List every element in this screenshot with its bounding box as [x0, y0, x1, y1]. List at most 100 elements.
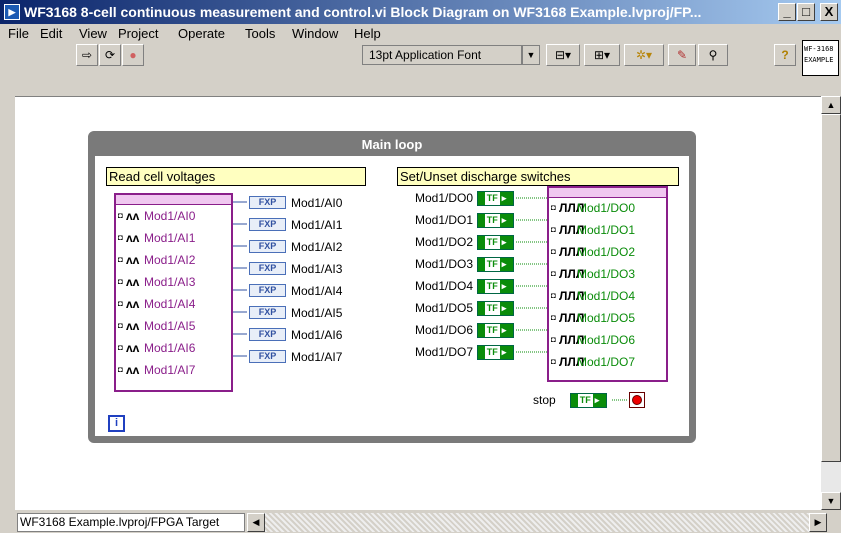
fxp-indicator-terminal[interactable]: FXP [249, 350, 286, 363]
align-icon: ⊟▾ [554, 48, 572, 62]
menu-window[interactable]: Window [292, 26, 338, 41]
do-row[interactable]: ◘ ЛЛЛMod1/DO1 [551, 221, 635, 241]
ai-row[interactable]: ◘ ʌʌ Mod1/AI3 [118, 273, 195, 293]
abort-button[interactable]: ● [122, 44, 144, 66]
digital-pulse-icon: ЛЛЛ [559, 201, 585, 215]
horizontal-scroll-track[interactable] [265, 513, 809, 532]
tf-icon: TF [484, 236, 500, 249]
reorder-button[interactable]: ✲▾ [624, 44, 664, 66]
minimize-button[interactable]: _ [778, 3, 796, 21]
boolean-control-terminal[interactable]: TF ▸ [477, 257, 514, 272]
loop-condition-terminal[interactable] [629, 392, 645, 408]
ai-row[interactable]: ◘ ʌʌ Mod1/AI2 [118, 251, 195, 271]
scroll-thumb[interactable] [821, 114, 841, 462]
fxp-indicator-terminal[interactable]: FXP [249, 196, 286, 209]
boolean-control-terminal[interactable]: TF ▸ [477, 301, 514, 316]
ai-channel-label: Mod1/AI2 [144, 253, 196, 267]
boolean-control-terminal[interactable]: TF ▸ [477, 345, 514, 360]
do-control-label: Mod1/DO3 [414, 257, 473, 271]
do-row[interactable]: ◘ ЛЛЛMod1/DO0 [551, 199, 635, 219]
do-channel-label: Mod1/DO7 [577, 355, 636, 369]
scroll-down-button[interactable]: ▼ [821, 492, 841, 510]
fxp-indicator-terminal[interactable]: FXP [249, 284, 286, 297]
iteration-terminal[interactable]: i [108, 415, 125, 432]
ai-indicator-label: Mod1/AI1 [291, 218, 343, 232]
scroll-left-button[interactable]: ◀ [247, 513, 265, 532]
error-in-terminal-icon: ◘ [118, 343, 123, 352]
menu-view[interactable]: View [79, 26, 107, 41]
align-objects-button[interactable]: ⊟▾ [546, 44, 580, 66]
distribute-objects-button[interactable]: ⊞▾ [584, 44, 620, 66]
fxp-indicator-terminal[interactable]: FXP [249, 262, 286, 275]
arrow-down-icon: ▼ [826, 496, 836, 506]
menu-operate[interactable]: Operate [178, 26, 225, 41]
fpga-io-node-do[interactable]: ◘ ЛЛЛMod1/DO0 ◘ ЛЛЛMod1/DO1 ◘ ЛЛЛMod1/DO2 ◘… [547, 186, 668, 382]
boolean-control-terminal[interactable]: TF ▸ [477, 323, 514, 338]
do-row[interactable]: ◘ ЛЛЛMod1/DO4 [551, 287, 635, 307]
boolean-control-terminal[interactable]: TF ▸ [477, 213, 514, 228]
boolean-control-terminal[interactable]: TF ▸ [477, 235, 514, 250]
font-select[interactable]: 13pt Application Font [362, 45, 522, 65]
context-help-button[interactable]: ? [774, 44, 796, 66]
fxp-indicator-terminal[interactable]: FXP [249, 306, 286, 319]
labview-app-icon: ▶ [4, 4, 20, 20]
labview-window: ▶ WF3168 8-cell continuous measurement a… [0, 0, 841, 533]
connector-pane-icon: WF-3168 EXAMPLE [802, 40, 839, 76]
digital-pulse-icon: ЛЛЛ [559, 245, 585, 259]
scroll-up-button[interactable]: ▲ [821, 96, 841, 114]
vertical-scrollbar[interactable]: ▲ ▼ [821, 96, 841, 510]
do-row[interactable]: ◘ ЛЛЛMod1/DO2 [551, 243, 635, 263]
ai-channel-label: Mod1/AI6 [144, 341, 196, 355]
analog-wave-icon: ʌʌ [126, 253, 140, 267]
do-channel-label: Mod1/DO0 [577, 201, 636, 215]
ai-row[interactable]: ◘ ʌʌ Mod1/AI6 [118, 339, 195, 359]
do-row[interactable]: ◘ ЛЛЛMod1/DO3 [551, 265, 635, 285]
tf-icon: TF [484, 302, 500, 315]
ai-row[interactable]: ◘ ʌʌ Mod1/AI4 [118, 295, 195, 315]
digital-pulse-icon: ЛЛЛ [559, 355, 585, 369]
ai-row[interactable]: ◘ ʌʌ Mod1/AI5 [118, 317, 195, 337]
run-continuously-button[interactable]: ⟳ [99, 44, 121, 66]
analog-wave-icon: ʌʌ [126, 231, 140, 245]
fxp-indicator-terminal[interactable]: FXP [249, 240, 286, 253]
block-diagram-canvas[interactable]: Main loop Read cell voltages Set/Unset d… [15, 96, 821, 510]
clean-up-diagram-button[interactable]: ✎ [668, 44, 696, 66]
do-channel-label: Mod1/DO5 [577, 311, 636, 325]
run-button[interactable]: ⇨ [76, 44, 98, 66]
title-bar[interactable]: ▶ WF3168 8-cell continuous measurement a… [0, 0, 841, 24]
ai-channel-label: Mod1/AI5 [144, 319, 196, 333]
ai-row[interactable]: ◘ ʌʌ Mod1/AI7 [118, 361, 195, 381]
menu-project[interactable]: Project [118, 26, 158, 41]
scroll-right-button[interactable]: ▶ [809, 513, 827, 532]
menu-file[interactable]: File [8, 26, 29, 41]
ai-channel-label: Mod1/AI1 [144, 231, 196, 245]
close-button[interactable]: X [820, 3, 838, 21]
boolean-control-terminal[interactable]: TF ▸ [477, 191, 514, 206]
while-loop[interactable]: Main loop Read cell voltages Set/Unset d… [88, 131, 696, 443]
maximize-button[interactable]: □ [797, 3, 815, 21]
stop-button-terminal[interactable]: TF ▸ [570, 393, 607, 408]
fxp-indicator-terminal[interactable]: FXP [249, 218, 286, 231]
analog-wave-icon: ʌʌ [126, 319, 140, 333]
fxp-indicator-terminal[interactable]: FXP [249, 328, 286, 341]
ai-row[interactable]: ◘ ʌʌ Mod1/AI0 [118, 207, 195, 227]
font-dropdown-arrow[interactable]: ▼ [522, 45, 540, 65]
ai-indicator-label: Mod1/AI6 [291, 328, 343, 342]
ai-row[interactable]: ◘ ʌʌ Mod1/AI1 [118, 229, 195, 249]
digital-pulse-icon: ЛЛЛ [559, 289, 585, 303]
do-row[interactable]: ◘ ЛЛЛMod1/DO6 [551, 331, 635, 351]
fpga-io-node-ai[interactable]: ◘ ʌʌ Mod1/AI0 ◘ ʌʌ Mod1/AI1 ◘ ʌʌ Mod1/AI2 ◘ ʌʌ M… [114, 193, 233, 392]
ai-channel-label: Mod1/AI3 [144, 275, 196, 289]
error-in-terminal-icon: ◘ [118, 211, 123, 220]
highlight-execution-button[interactable]: ⚲ [698, 44, 728, 66]
boolean-control-terminal[interactable]: TF ▸ [477, 279, 514, 294]
menu-edit[interactable]: Edit [40, 26, 62, 41]
error-in-terminal-icon: ◘ [551, 247, 556, 256]
do-row[interactable]: ◘ ЛЛЛMod1/DO7 [551, 353, 635, 373]
distribute-icon: ⊞▾ [593, 48, 611, 62]
ai-channel-label: Mod1/AI0 [144, 209, 196, 223]
menu-help[interactable]: Help [354, 26, 381, 41]
do-row[interactable]: ◘ ЛЛЛMod1/DO5 [551, 309, 635, 329]
reorder-icon: ✲▾ [635, 48, 653, 62]
menu-tools[interactable]: Tools [245, 26, 275, 41]
